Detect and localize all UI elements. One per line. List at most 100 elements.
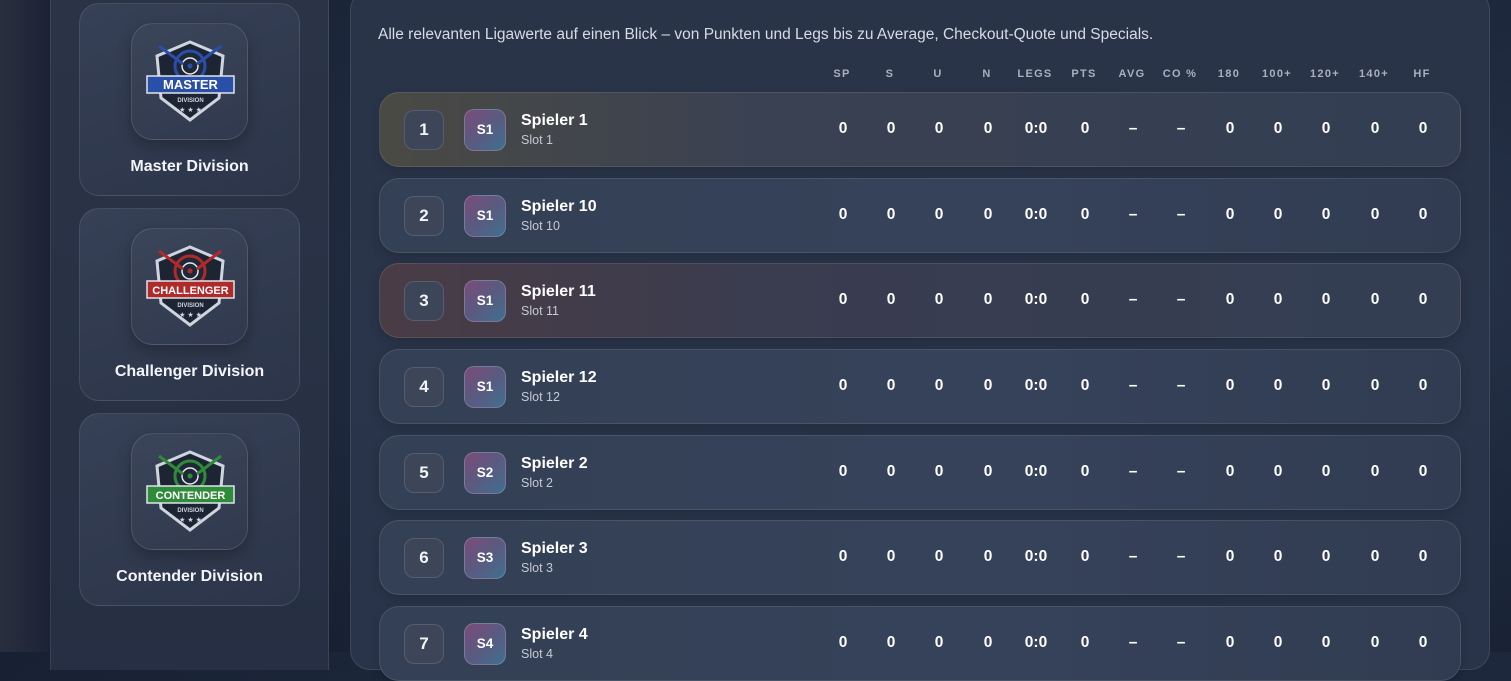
division-name: Contender Division xyxy=(116,568,263,585)
player-slot: Slot 1 xyxy=(521,133,553,147)
stat-sp: 0 xyxy=(838,206,848,223)
table-row[interactable]: 5 S2 Spieler 2 Slot 2 0 0 0 0 0:0 0 – – 0 0 0 0 0 xyxy=(379,435,1461,510)
stat-avg: – xyxy=(1128,291,1138,308)
avatar: S1 xyxy=(464,280,506,322)
stat-140: 0 xyxy=(1370,377,1380,394)
dartboard-shield-icon: CHALLENGER DIVISION ★ ★ ★ xyxy=(146,245,235,327)
stat-s: 0 xyxy=(886,291,896,308)
player-slot: Slot 11 xyxy=(521,304,559,318)
stat-180: 0 xyxy=(1225,463,1235,480)
stat-co: – xyxy=(1176,377,1186,394)
stat-120: 0 xyxy=(1321,120,1331,137)
badge-word: MASTER xyxy=(163,77,219,92)
rank-badge: 3 xyxy=(404,281,444,321)
dartboard-shield-icon: CONTENDER DIVISION ★ ★ ★ xyxy=(146,450,235,532)
stat-140: 0 xyxy=(1370,291,1380,308)
stat-sp: 0 xyxy=(838,377,848,394)
stat-n: 0 xyxy=(983,120,993,137)
stat-s: 0 xyxy=(886,206,896,223)
stat-180: 0 xyxy=(1225,206,1235,223)
stat-n: 0 xyxy=(983,548,993,565)
stat-120: 0 xyxy=(1321,377,1331,394)
table-row[interactable]: 4 S1 Spieler 12 Slot 12 0 0 0 0 0:0 0 – – 0 0 0 0 0 xyxy=(379,349,1461,424)
stat-180: 0 xyxy=(1225,634,1235,651)
table-row[interactable]: 2 S1 Spieler 10 Slot 10 0 0 0 0 0:0 0 – – 0 0 0 0 0 xyxy=(379,178,1461,253)
standings-intro-text: Alle relevanten Ligawerte auf einen Blic… xyxy=(378,26,1154,43)
table-row[interactable]: 1 S1 Spieler 1 Slot 1 0 0 0 0 0:0 0 – – 0 0 0 0 0 xyxy=(379,92,1461,167)
stat-100: 0 xyxy=(1273,463,1283,480)
rank-badge: 1 xyxy=(404,110,444,150)
stat-180: 0 xyxy=(1225,291,1235,308)
rank-badge: 6 xyxy=(404,538,444,578)
stat-hf: 0 xyxy=(1418,120,1428,137)
svg-text:★ ★ ★: ★ ★ ★ xyxy=(179,516,202,524)
stat-100: 0 xyxy=(1273,291,1283,308)
table-row[interactable]: 6 S3 Spieler 3 Slot 3 0 0 0 0 0:0 0 – – 0 0 0 0 0 xyxy=(379,520,1461,595)
dartboard-shield-icon: MASTER DIVISION ★ ★ ★ xyxy=(146,40,235,122)
stat-avg: – xyxy=(1128,206,1138,223)
stat-legs: 0:0 xyxy=(1024,206,1048,223)
stat-n: 0 xyxy=(983,377,993,394)
stat-180: 0 xyxy=(1225,548,1235,565)
stat-sp: 0 xyxy=(838,291,848,308)
stat-s: 0 xyxy=(886,120,896,137)
stat-pts: 0 xyxy=(1080,206,1090,223)
badge-subword: DIVISION xyxy=(177,303,203,309)
stat-hf: 0 xyxy=(1418,206,1428,223)
avatar: S1 xyxy=(464,366,506,408)
rank-badge: 7 xyxy=(404,624,444,664)
stat-avg: – xyxy=(1128,634,1138,651)
avatar: S3 xyxy=(464,537,506,579)
stat-co: – xyxy=(1176,634,1186,651)
stat-140: 0 xyxy=(1370,548,1380,565)
stat-hf: 0 xyxy=(1418,634,1428,651)
stat-n: 0 xyxy=(983,291,993,308)
stat-s: 0 xyxy=(886,634,896,651)
division-card-2[interactable]: CHALLENGER DIVISION ★ ★ ★ Challenger Divisi… xyxy=(79,208,300,401)
division-card-1[interactable]: MASTER DIVISION ★ ★ ★ Master Division xyxy=(79,3,300,196)
stat-avg: – xyxy=(1128,120,1138,137)
player-slot: Slot 12 xyxy=(521,390,560,404)
badge-subword: DIVISION xyxy=(177,508,203,514)
player-name: Spieler 2 xyxy=(521,455,588,472)
stat-100: 0 xyxy=(1273,634,1283,651)
player-name: Spieler 10 xyxy=(521,198,597,215)
stat-pts: 0 xyxy=(1080,377,1090,394)
table-row[interactable]: 3 S1 Spieler 11 Slot 11 0 0 0 0 0:0 0 – – 0 0 0 0 0 xyxy=(379,263,1461,338)
stat-u: 0 xyxy=(934,206,944,223)
division-badge: MASTER DIVISION ★ ★ ★ xyxy=(131,23,248,140)
stat-120: 0 xyxy=(1321,463,1331,480)
stat-120: 0 xyxy=(1321,291,1331,308)
stat-legs: 0:0 xyxy=(1024,377,1048,394)
player-slot: Slot 3 xyxy=(521,561,553,575)
stat-sp: 0 xyxy=(838,463,848,480)
stat-pts: 0 xyxy=(1080,291,1090,308)
player-name: Spieler 12 xyxy=(521,369,597,386)
stat-legs: 0:0 xyxy=(1024,463,1048,480)
stat-100: 0 xyxy=(1273,548,1283,565)
stat-pts: 0 xyxy=(1080,463,1090,480)
stat-u: 0 xyxy=(934,291,944,308)
stat-s: 0 xyxy=(886,548,896,565)
stat-140: 0 xyxy=(1370,634,1380,651)
stat-hf: 0 xyxy=(1418,291,1428,308)
stat-sp: 0 xyxy=(838,120,848,137)
player-name: Spieler 4 xyxy=(521,626,588,643)
player-name: Spieler 11 xyxy=(521,283,596,300)
table-row[interactable]: 7 S4 Spieler 4 Slot 4 0 0 0 0 0:0 0 – – 0 0 0 0 0 xyxy=(379,606,1461,681)
stat-legs: 0:0 xyxy=(1024,120,1048,137)
stat-pts: 0 xyxy=(1080,634,1090,651)
svg-text:★ ★ ★: ★ ★ ★ xyxy=(179,106,202,114)
column-header[interactable]: HF xyxy=(1392,68,1452,80)
stat-120: 0 xyxy=(1321,634,1331,651)
division-card-3[interactable]: CONTENDER DIVISION ★ ★ ★ Contender Division xyxy=(79,413,300,606)
stat-pts: 0 xyxy=(1080,548,1090,565)
player-name: Spieler 1 xyxy=(521,112,588,129)
stat-140: 0 xyxy=(1370,120,1380,137)
stat-100: 0 xyxy=(1273,206,1283,223)
stat-120: 0 xyxy=(1321,548,1331,565)
stat-u: 0 xyxy=(934,548,944,565)
badge-word: CHALLENGER xyxy=(152,285,228,297)
stat-140: 0 xyxy=(1370,463,1380,480)
avatar: S1 xyxy=(464,195,506,237)
